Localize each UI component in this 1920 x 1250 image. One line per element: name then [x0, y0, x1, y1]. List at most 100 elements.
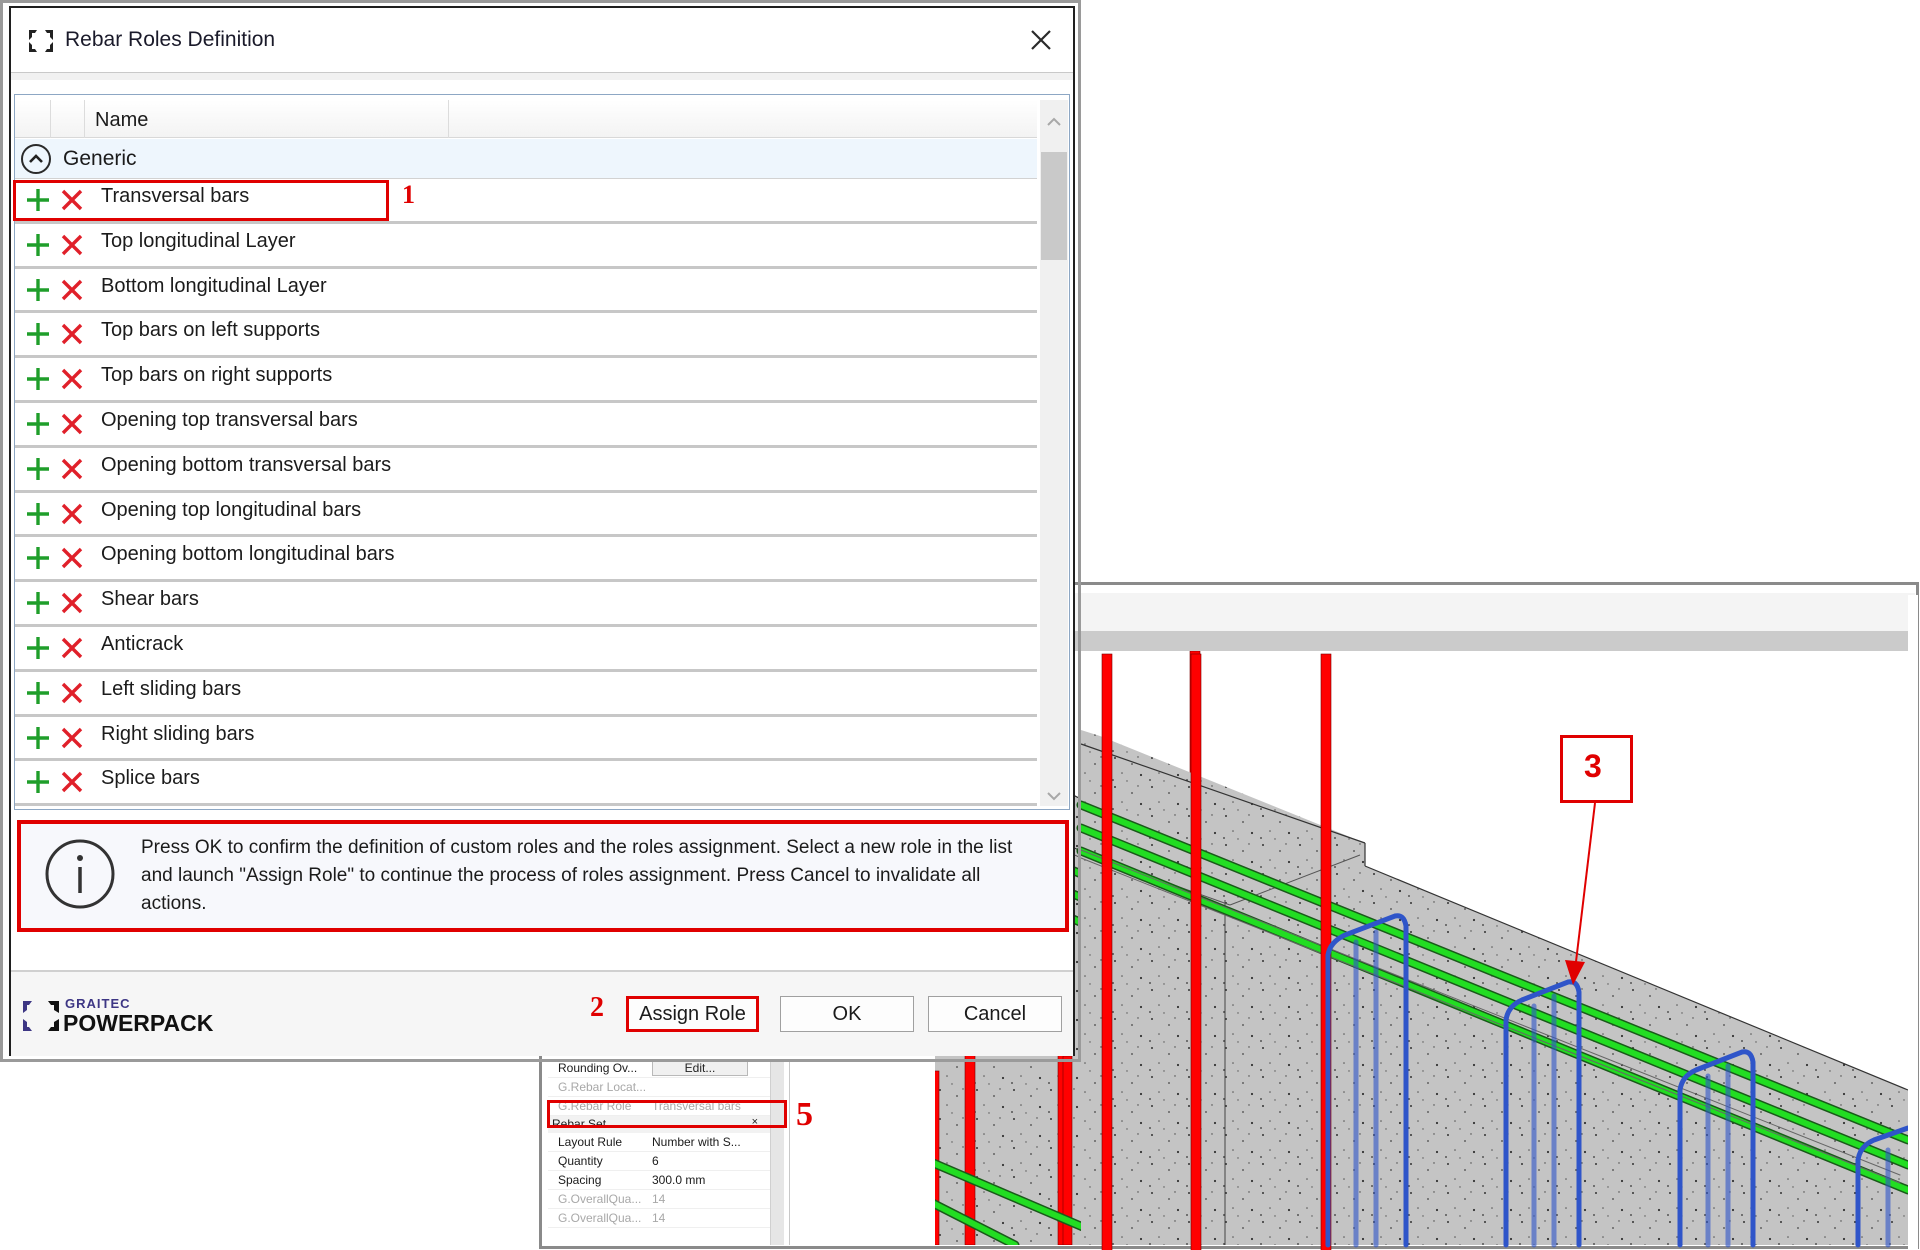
prop-key: G.Rebar Locat... [558, 1080, 647, 1094]
add-role-icon[interactable] [25, 187, 51, 213]
role-row[interactable]: Transversal bars [15, 179, 1037, 224]
chevron-up-icon [29, 154, 43, 163]
role-name[interactable]: Left sliding bars [101, 678, 241, 701]
role-name[interactable]: Anticrack [101, 633, 183, 656]
delete-role-icon[interactable] [60, 770, 84, 794]
rounding-edit-button[interactable]: Edit... [652, 1060, 748, 1076]
role-row[interactable]: Right sliding bars [15, 716, 1037, 762]
add-role-icon[interactable] [25, 232, 51, 258]
close-button[interactable] [1021, 20, 1061, 60]
prop-value[interactable]: 300.0 mm [652, 1173, 766, 1187]
delete-role-icon[interactable] [60, 726, 84, 750]
ok-button[interactable]: OK [780, 996, 914, 1032]
scroll-up-icon[interactable] [1040, 112, 1068, 132]
delete-role-icon[interactable] [60, 367, 84, 391]
role-name[interactable]: Top bars on left supports [101, 319, 320, 342]
role-row[interactable]: Anticrack [15, 626, 1037, 672]
scrollbar-thumb[interactable] [1041, 152, 1067, 260]
graitec-logo-icon [23, 1001, 59, 1031]
delete-role-icon[interactable] [60, 233, 84, 257]
group-row-generic[interactable]: Generic [15, 139, 1037, 179]
role-name[interactable]: Splice bars [101, 767, 200, 790]
assign-role-button[interactable]: Assign Role [626, 996, 759, 1032]
role-name[interactable]: Transversal bars [101, 185, 249, 208]
add-role-icon[interactable] [25, 411, 51, 437]
annotation-marker-2: 2 [590, 992, 604, 1023]
delete-role-icon[interactable] [60, 591, 84, 615]
prop-value[interactable]: Number with S... [652, 1135, 766, 1149]
role-row[interactable]: Bottom longitudinal Layer [15, 268, 1037, 314]
collapse-group-button[interactable] [21, 144, 51, 174]
prop-section-title: Rebar Set [552, 1117, 607, 1131]
prop-section-rebar-set[interactable]: Rebar Set × [548, 1116, 770, 1133]
add-role-icon[interactable] [25, 590, 51, 616]
role-name[interactable]: Opening top longitudinal bars [101, 499, 361, 522]
role-row[interactable]: Opening bottom longitudinal bars [15, 537, 1037, 583]
prop-row-overall-quantity: G.OverallQua... 14 [548, 1190, 770, 1209]
delete-role-icon[interactable] [60, 546, 84, 570]
prop-key: Layout Rule [558, 1135, 623, 1149]
prop-value[interactable]: 6 [652, 1154, 766, 1168]
annotation-marker-1: 1 [402, 180, 415, 209]
role-name[interactable]: Opening bottom transversal bars [101, 454, 391, 477]
add-role-icon[interactable] [25, 277, 51, 303]
properties-panel: Rounding Ov... Edit... G.Rebar Locat... … [548, 1059, 770, 1245]
delete-role-icon[interactable] [60, 457, 84, 481]
delete-role-icon[interactable] [60, 681, 84, 705]
role-row[interactable]: Left sliding bars [15, 671, 1037, 717]
role-row[interactable]: Top longitudinal Layer [15, 223, 1037, 269]
delete-role-icon[interactable] [60, 412, 84, 436]
delete-role-icon[interactable] [60, 636, 84, 660]
add-role-icon[interactable] [25, 366, 51, 392]
delete-role-icon[interactable] [60, 278, 84, 302]
add-role-icon[interactable] [25, 680, 51, 706]
role-name[interactable]: Opening top transversal bars [101, 409, 358, 432]
dialog-title-bar: Rebar Roles Definition [11, 8, 1073, 72]
delete-role-icon[interactable] [60, 188, 84, 212]
role-row[interactable]: Opening top transversal bars [15, 402, 1037, 448]
add-role-icon[interactable] [25, 635, 51, 661]
role-name[interactable]: Bottom longitudinal Layer [101, 275, 327, 298]
annotation-marker-5: 5 [796, 1096, 813, 1133]
dialog-title: Rebar Roles Definition [65, 28, 276, 51]
prop-key: Quantity [558, 1154, 603, 1168]
cancel-button[interactable]: Cancel [928, 996, 1062, 1032]
scroll-down-icon[interactable] [1040, 786, 1068, 806]
role-row[interactable]: Shear bars [15, 582, 1037, 627]
prop-row-spacing: Spacing 300.0 mm [548, 1171, 770, 1190]
header-col-add [15, 100, 51, 138]
group-label: Generic [63, 147, 137, 170]
prop-value: 14 [652, 1192, 666, 1206]
add-role-icon[interactable] [25, 501, 51, 527]
prop-value: 14 [652, 1211, 666, 1225]
delete-role-icon[interactable] [60, 502, 84, 526]
delete-role-icon[interactable] [60, 322, 84, 346]
role-row[interactable]: Top bars on left supports [15, 313, 1037, 359]
prop-key: G.OverallQua... [558, 1192, 642, 1206]
list-scrollbar[interactable] [1040, 100, 1068, 806]
role-row[interactable]: Opening top longitudinal bars [15, 492, 1037, 538]
collapse-icon[interactable]: × [752, 1116, 758, 1128]
add-role-icon[interactable] [25, 456, 51, 482]
add-role-icon[interactable] [25, 769, 51, 795]
role-rows: Transversal bars Top longitudinal Layer Bo… [15, 179, 1037, 807]
role-name[interactable]: Top bars on right supports [101, 364, 332, 387]
dialog-footer: GRAITEC POWERPACK Assign Role OK Cancel [11, 972, 1073, 1056]
rebar-roles-dialog: Rebar Roles Definition Name Generic Tran… [9, 6, 1075, 1056]
name-column-header: Name [95, 109, 149, 131]
role-name[interactable]: Top longitudinal Layer [101, 230, 296, 253]
list-header: Name [15, 100, 1037, 138]
role-row[interactable]: Splice bars [15, 761, 1037, 807]
roles-list: Name Generic Transversal bars Top longitu… [14, 94, 1070, 810]
add-role-icon[interactable] [25, 545, 51, 571]
add-role-icon[interactable] [25, 725, 51, 751]
role-name[interactable]: Shear bars [101, 588, 199, 611]
role-row[interactable]: Top bars on right supports [15, 358, 1037, 403]
role-name[interactable]: Opening bottom longitudinal bars [101, 543, 395, 566]
properties-scrollbar[interactable] [770, 1059, 784, 1245]
prop-value: Transversal bars [652, 1099, 741, 1113]
add-role-icon[interactable] [25, 321, 51, 347]
info-icon [45, 839, 115, 909]
role-name[interactable]: Right sliding bars [101, 723, 254, 746]
role-row[interactable]: Opening bottom transversal bars [15, 447, 1037, 493]
